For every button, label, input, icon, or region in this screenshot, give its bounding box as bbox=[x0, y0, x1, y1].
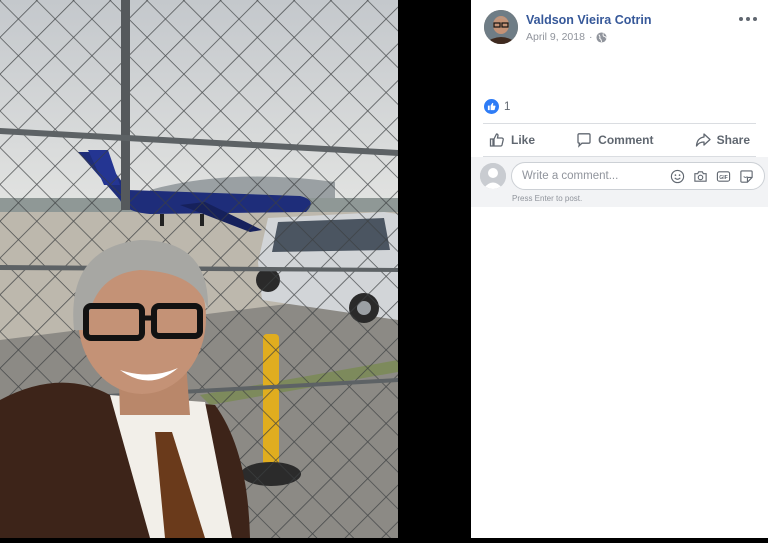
globe-icon[interactable] bbox=[596, 31, 608, 43]
like-button[interactable]: Like bbox=[483, 132, 541, 148]
gif-icon[interactable]: GIF bbox=[716, 169, 731, 184]
dot bbox=[746, 17, 750, 21]
comment-input-wrapper[interactable]: GIF bbox=[511, 162, 765, 190]
share-button[interactable]: Share bbox=[689, 132, 756, 148]
emoji-icon[interactable] bbox=[670, 169, 685, 184]
lightbox-bottom-edge bbox=[0, 538, 768, 543]
thumbs-up-icon bbox=[489, 133, 504, 147]
sticker-icon[interactable] bbox=[739, 169, 754, 184]
like-label: Like bbox=[511, 133, 536, 147]
post-meta: April 9, 2018 · bbox=[526, 31, 608, 43]
camera-icon[interactable] bbox=[693, 169, 708, 184]
comment-input[interactable] bbox=[522, 170, 662, 182]
default-profile-icon bbox=[480, 163, 506, 189]
photo-illustration bbox=[0, 0, 398, 538]
like-reaction-icon bbox=[484, 99, 499, 114]
comment-label: Comment bbox=[598, 133, 654, 147]
comment-attachment-icons: GIF bbox=[670, 169, 754, 184]
comment-hint: Press Enter to post. bbox=[512, 194, 583, 203]
comment-button[interactable]: Comment bbox=[570, 132, 659, 148]
post-details-panel: Valdson Vieira Cotrin April 9, 2018 · 1 … bbox=[471, 0, 768, 538]
reaction-count: 1 bbox=[504, 100, 511, 113]
author-name-link[interactable]: Valdson Vieira Cotrin bbox=[526, 13, 652, 27]
avatar-image bbox=[484, 10, 518, 44]
sep-dot: · bbox=[588, 31, 593, 43]
lightbox-gutter bbox=[398, 0, 471, 543]
divider bbox=[483, 123, 756, 124]
viewer-avatar bbox=[480, 163, 506, 189]
post-photo[interactable] bbox=[0, 0, 398, 538]
post-options-button[interactable] bbox=[739, 12, 757, 26]
post-actions-bar: Like Comment Share bbox=[483, 125, 756, 155]
speech-bubble-icon bbox=[577, 133, 591, 148]
author-avatar[interactable] bbox=[484, 10, 518, 44]
dot bbox=[739, 17, 743, 21]
share-label: Share bbox=[716, 133, 750, 147]
post-date-link[interactable]: April 9, 2018 bbox=[526, 31, 585, 43]
reactions-summary[interactable]: 1 bbox=[484, 99, 510, 114]
share-arrow-icon bbox=[695, 133, 711, 147]
thumbs-up-icon bbox=[487, 102, 496, 111]
svg-text:GIF: GIF bbox=[719, 175, 728, 181]
comment-composer: GIF Press Enter to post. bbox=[471, 157, 768, 207]
dot bbox=[753, 17, 757, 21]
